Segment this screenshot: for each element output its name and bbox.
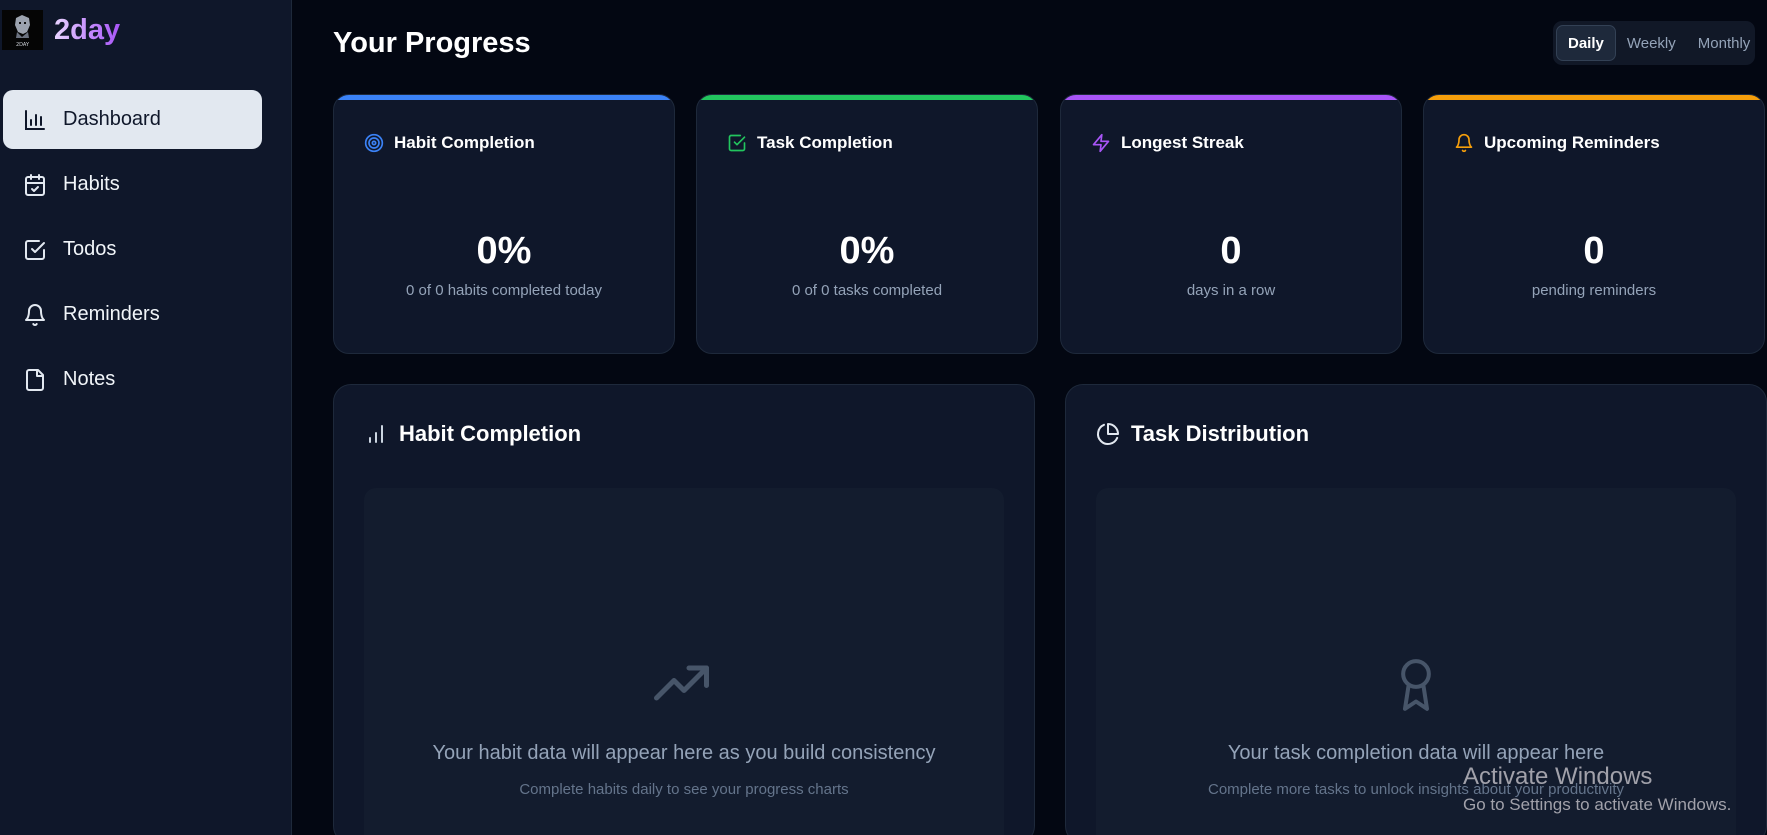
- stat-title: Task Completion: [757, 133, 893, 152]
- longest-streak-card: Longest Streak 0 days in a row: [1060, 94, 1402, 354]
- watermark-subtitle: Go to Settings to activate Windows.: [1463, 795, 1732, 814]
- windows-activation-watermark: Activate Windows Go to Settings to activ…: [1463, 763, 1731, 815]
- habit-completion-panel: Habit Completion Your habit data will ap…: [333, 384, 1035, 835]
- page-title: Your Progress: [333, 27, 531, 59]
- sidebar-item-label: Notes: [63, 368, 116, 390]
- stat-title: Habit Completion: [394, 133, 535, 152]
- stat-title: Longest Streak: [1121, 133, 1244, 152]
- panel-title: Task Distribution: [1131, 421, 1310, 446]
- file-icon: [26, 368, 44, 391]
- chart-empty-state: Your habit data will appear here as you …: [364, 488, 1004, 835]
- card-accent-bar: [1061, 95, 1401, 100]
- sidebar-item-todos[interactable]: Todos: [3, 220, 262, 279]
- zap-icon: [1092, 133, 1110, 153]
- stat-title: Upcoming Reminders: [1484, 133, 1660, 152]
- stat-value: 0%: [476, 230, 532, 272]
- empty-state-title: Your task completion data will appear he…: [1227, 742, 1605, 764]
- calendar-check-icon: [25, 173, 45, 196]
- habit-completion-card: Habit Completion 0% 0 of 0 habits comple…: [333, 94, 675, 354]
- sidebar-item-reminders[interactable]: Reminders: [3, 285, 262, 344]
- stat-subtitle: 0 of 0 habits completed today: [406, 282, 602, 299]
- tab-weekly[interactable]: Weekly: [1616, 25, 1687, 61]
- bell-icon: [25, 303, 45, 326]
- empty-state-subtitle: Complete habits daily to see your progre…: [519, 781, 849, 798]
- card-accent-bar: [334, 95, 674, 100]
- stat-value: 0%: [839, 230, 895, 272]
- award-icon: [1401, 659, 1431, 711]
- target-icon: [364, 133, 384, 153]
- sidebar-item-notes[interactable]: Notes: [3, 350, 262, 409]
- sidebar-item-label: Reminders: [63, 303, 160, 325]
- empty-state-title: Your habit data will appear here as you …: [432, 742, 936, 764]
- tab-monthly[interactable]: Monthly: [1687, 25, 1762, 61]
- watermark-title: Activate Windows: [1463, 763, 1653, 790]
- bar-chart-icon: [369, 425, 383, 443]
- stat-value: 0: [1220, 230, 1242, 272]
- sidebar-item-label: Habits: [63, 173, 120, 195]
- brand[interactable]: 2DAY 2day: [2, 10, 120, 50]
- panel-title: Habit Completion: [399, 421, 582, 446]
- stat-subtitle: pending reminders: [1531, 282, 1657, 299]
- sidebar-item-label: Todos: [63, 238, 117, 260]
- bar-chart-icon: [25, 109, 45, 130]
- stat-subtitle: days in a row: [1186, 282, 1276, 299]
- app-logo: 2DAY: [2, 10, 43, 50]
- card-accent-bar: [1424, 95, 1764, 100]
- trending-up-icon: [654, 665, 709, 701]
- task-completion-card: Task Completion 0% 0 of 0 tasks complete…: [696, 94, 1038, 354]
- upcoming-reminders-card: Upcoming Reminders 0 pending reminders: [1423, 94, 1765, 354]
- check-square-icon: [728, 134, 746, 152]
- sidebar-item-dashboard[interactable]: Dashboard: [3, 90, 262, 149]
- tab-daily[interactable]: Daily: [1556, 25, 1616, 61]
- sidebar-nav: Dashboard Habits Todos Reminders Notes: [3, 90, 262, 415]
- sidebar: 2DAY 2day Dashboard Habits Todos Reminde…: [0, 0, 292, 835]
- app-name: 2day: [54, 13, 121, 46]
- stat-subtitle: 0 of 0 tasks completed: [791, 282, 943, 299]
- stat-value: 0: [1583, 230, 1605, 272]
- sidebar-item-label: Dashboard: [63, 108, 161, 130]
- checkbox-icon: [25, 239, 45, 260]
- pie-chart-icon: [1097, 423, 1119, 445]
- card-accent-bar: [697, 95, 1037, 100]
- logo-text: 2DAY: [16, 42, 30, 48]
- bell-icon: [1455, 133, 1473, 153]
- sidebar-item-habits[interactable]: Habits: [3, 155, 262, 214]
- range-tabs: Daily Weekly Monthly: [1553, 21, 1755, 65]
